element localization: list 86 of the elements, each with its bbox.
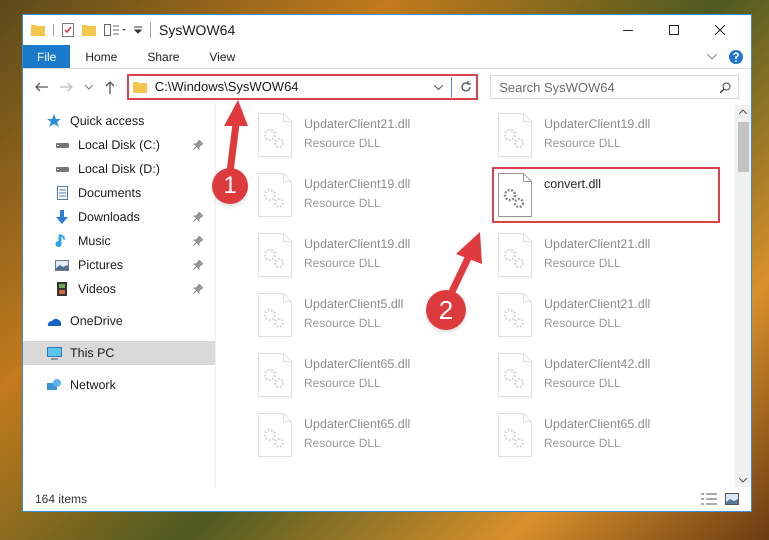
dll-file-icon bbox=[258, 233, 292, 277]
videos-icon bbox=[55, 282, 70, 296]
folder-icon bbox=[132, 81, 147, 93]
file-type: Resource DLL bbox=[544, 134, 622, 152]
help-icon[interactable] bbox=[729, 50, 743, 64]
file-name: UpdaterClient5.dll bbox=[304, 296, 404, 313]
chevron-down-icon[interactable] bbox=[707, 54, 717, 60]
sidebar-item[interactable]: Local Disk (D:) bbox=[23, 157, 215, 181]
maximize-icon bbox=[669, 25, 679, 35]
file-name: UpdaterClient21.dll bbox=[544, 296, 650, 313]
sidebar-item[interactable]: Documents bbox=[23, 181, 215, 205]
file-name: UpdaterClient19.dll bbox=[304, 236, 410, 253]
downloads-icon bbox=[55, 210, 70, 224]
file-name: UpdaterClient19.dll bbox=[304, 176, 410, 193]
file-name: UpdaterClient65.dll bbox=[304, 356, 410, 373]
ribbon-tab[interactable]: Home bbox=[70, 45, 132, 68]
file-name: UpdaterClient42.dll bbox=[544, 356, 650, 373]
file-type: Resource DLL bbox=[544, 434, 622, 452]
close-icon bbox=[715, 25, 725, 35]
pictures-icon bbox=[55, 258, 70, 272]
sidebar-item[interactable]: This PC bbox=[23, 341, 215, 365]
search-icon bbox=[720, 82, 731, 93]
dll-file-icon bbox=[258, 113, 292, 157]
sidebar-item[interactable]: Pictures bbox=[23, 253, 215, 277]
file-type: Resource DLL bbox=[544, 254, 622, 272]
details-view-icon[interactable] bbox=[701, 493, 717, 505]
file-type: Resource DLL bbox=[304, 134, 382, 152]
dll-file-icon bbox=[258, 293, 292, 337]
file-type: Resource DLL bbox=[544, 314, 622, 332]
dll-file-icon bbox=[258, 173, 292, 217]
network-icon bbox=[47, 378, 62, 392]
sidebar-item[interactable]: Videos bbox=[23, 277, 215, 301]
properties-icon[interactable] bbox=[62, 23, 74, 37]
search-field[interactable]: Search SysWOW64 bbox=[490, 75, 739, 99]
window-title: SysWOW64 bbox=[159, 20, 236, 40]
ribbon-tab[interactable]: Share bbox=[132, 45, 194, 68]
pin-icon[interactable] bbox=[193, 236, 203, 246]
scrollbar[interactable] bbox=[735, 105, 751, 487]
dll-file-icon bbox=[258, 353, 292, 397]
file-name: UpdaterClient19.dll bbox=[544, 116, 650, 133]
sidebar-item[interactable]: Music bbox=[23, 229, 215, 253]
pin-icon[interactable] bbox=[193, 260, 203, 270]
dll-file-icon bbox=[498, 113, 532, 157]
ribbon-tab[interactable]: View bbox=[194, 45, 250, 68]
item-count: 164 items bbox=[35, 491, 88, 508]
refresh-icon[interactable] bbox=[460, 81, 472, 93]
file-name: UpdaterClient65.dll bbox=[544, 416, 650, 433]
file-item[interactable]: convert.dll bbox=[492, 167, 720, 223]
chevron-down-icon[interactable] bbox=[84, 84, 93, 90]
back-arrow-icon[interactable] bbox=[35, 82, 48, 92]
file-type: Resource DLL bbox=[304, 374, 382, 392]
chevron-down-icon[interactable] bbox=[434, 84, 444, 90]
pin-icon[interactable] bbox=[193, 140, 203, 150]
file-type: Resource DLL bbox=[304, 194, 382, 212]
file-type: Resource DLL bbox=[544, 374, 622, 392]
up-arrow-icon[interactable] bbox=[104, 80, 115, 94]
file-type: Resource DLL bbox=[304, 314, 382, 332]
file-name: UpdaterClient65.dll bbox=[304, 416, 410, 433]
file-name: convert.dll bbox=[544, 176, 601, 193]
chevron-down-icon[interactable] bbox=[739, 478, 747, 483]
sidebar-item[interactable]: Local Disk (C:) bbox=[23, 133, 215, 157]
view-options-icon[interactable] bbox=[104, 24, 126, 36]
sidebar-item[interactable]: OneDrive bbox=[23, 309, 215, 333]
pin-icon[interactable] bbox=[193, 284, 203, 294]
dll-file-icon bbox=[498, 293, 532, 337]
large-icons-view-icon[interactable] bbox=[725, 493, 739, 505]
address-bar[interactable]: C:\Windows\SysWOW64 bbox=[126, 74, 478, 100]
caret-icon[interactable] bbox=[134, 26, 142, 34]
file-type: Resource DLL bbox=[304, 254, 382, 272]
file-name: UpdaterClient21.dll bbox=[304, 116, 410, 133]
file-name: UpdaterClient21.dll bbox=[544, 236, 650, 253]
ribbon-tab[interactable]: File bbox=[23, 45, 70, 68]
sidebar-item[interactable]: Network bbox=[23, 373, 215, 397]
dll-file-icon bbox=[498, 173, 532, 217]
documents-icon bbox=[55, 186, 70, 200]
sidebar-item[interactable]: Downloads bbox=[23, 205, 215, 229]
dll-file-icon bbox=[498, 233, 532, 277]
sidebar-item[interactable]: Quick access bbox=[23, 109, 215, 133]
dll-file-icon bbox=[498, 413, 532, 457]
pc-icon bbox=[47, 346, 62, 360]
dll-file-icon bbox=[498, 353, 532, 397]
file-type: Resource DLL bbox=[304, 434, 382, 452]
scrollbar-thumb[interactable] bbox=[738, 122, 748, 172]
chevron-up-icon[interactable] bbox=[739, 109, 747, 114]
pin-icon[interactable] bbox=[193, 212, 203, 222]
dll-file-icon bbox=[258, 413, 292, 457]
